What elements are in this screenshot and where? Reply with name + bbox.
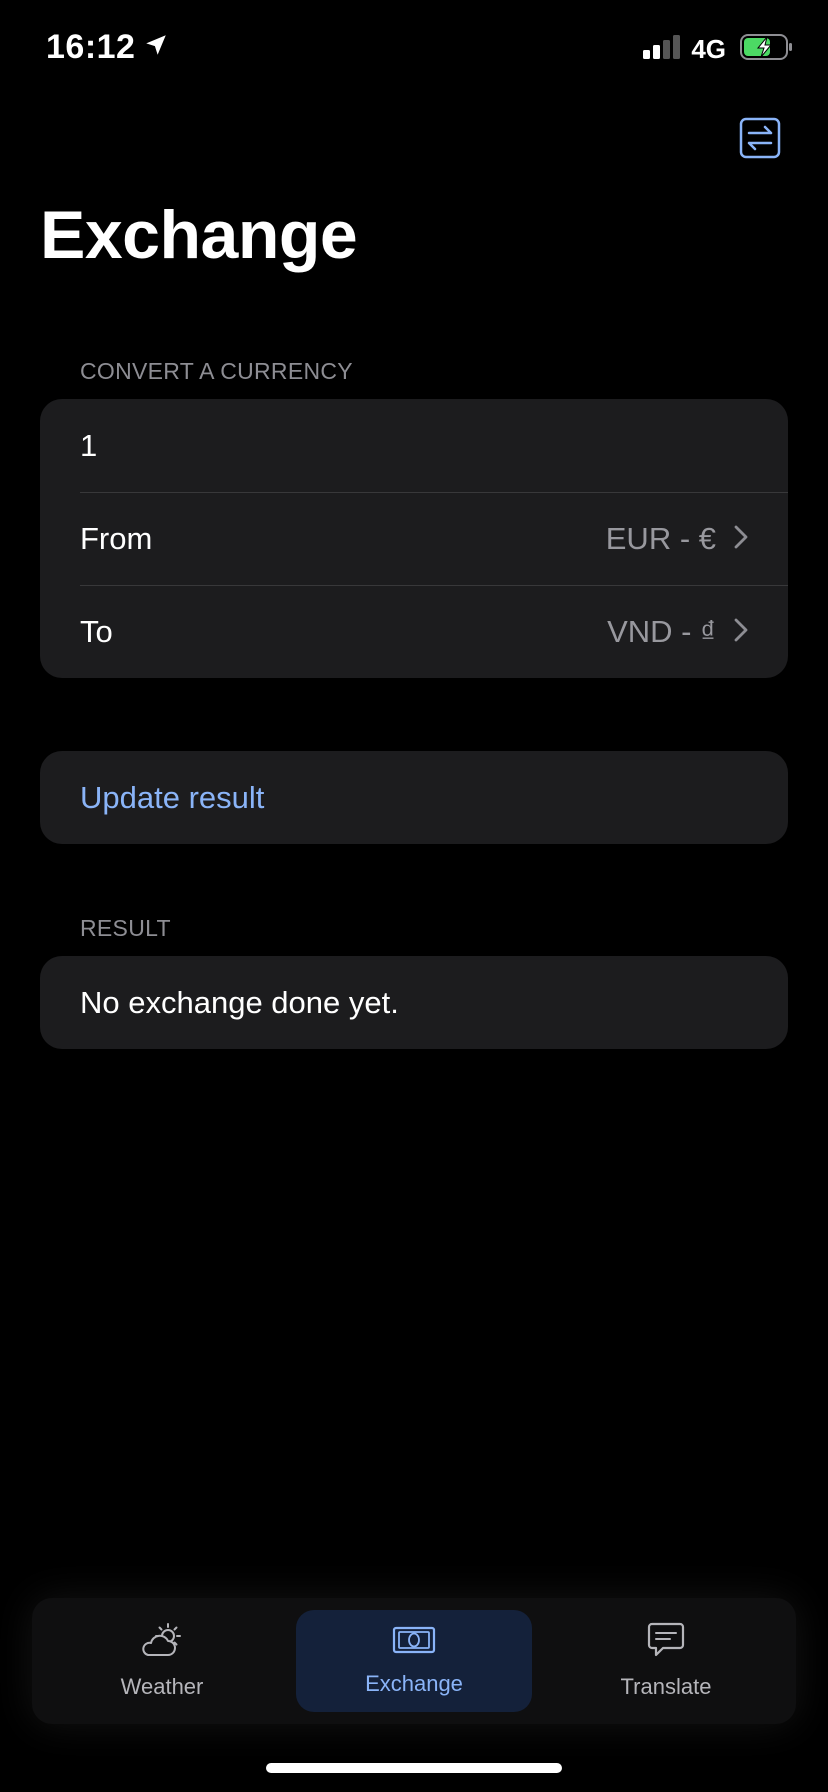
to-currency-row[interactable]: To VND - ₫ [40,585,788,678]
battery-charging-icon [740,34,794,65]
chevron-right-icon [734,521,748,557]
cellular-signal-icon [643,35,681,64]
status-time-group: 16:12 [46,28,169,67]
status-indicators: 4G [643,34,794,65]
from-currency-row[interactable]: From EUR - € [40,492,788,585]
page-title: Exchange [40,197,358,273]
tab-exchange-label: Exchange [365,1671,463,1696]
to-currency-value: VND - ₫ [607,613,716,649]
tab-weather-label: Weather [120,1674,204,1699]
tab-bar: Weather Exchange Translate [32,1598,796,1724]
network-type: 4G [691,34,726,64]
amount-input[interactable] [80,427,748,464]
from-currency-value: EUR - € [605,520,716,556]
to-label: To [80,613,113,649]
status-time: 16:12 [46,28,136,66]
update-card: Update result [40,751,788,844]
convert-section-header: CONVERT A CURRENCY [80,358,353,384]
tab-weather[interactable]: Weather [44,1610,280,1712]
speech-bubble-icon [647,1622,685,1664]
home-indicator [266,1763,562,1773]
convert-card: From EUR - € To VND - ₫ [40,399,788,678]
swap-currencies-button[interactable] [738,117,782,164]
status-bar: 16:12 4G [0,0,828,100]
update-result-button[interactable]: Update result [40,751,788,844]
result-card: No exchange done yet. [40,956,788,1049]
banknote-icon [392,1625,436,1661]
tab-translate-label: Translate [620,1674,712,1699]
tab-translate[interactable]: Translate [548,1610,784,1712]
amount-row [40,399,788,492]
swap-arrows-icon [739,117,781,164]
location-arrow-icon [143,28,169,67]
result-text: No exchange done yet. [80,984,399,1020]
to-value-group: VND - ₫ [607,614,748,650]
chevron-right-icon [734,614,748,650]
from-value-group: EUR - € [606,521,748,557]
tab-exchange[interactable]: Exchange [296,1610,532,1712]
result-section-header: RESULT [80,915,171,941]
from-label: From [80,520,153,556]
cloud-sun-icon [138,1622,186,1664]
